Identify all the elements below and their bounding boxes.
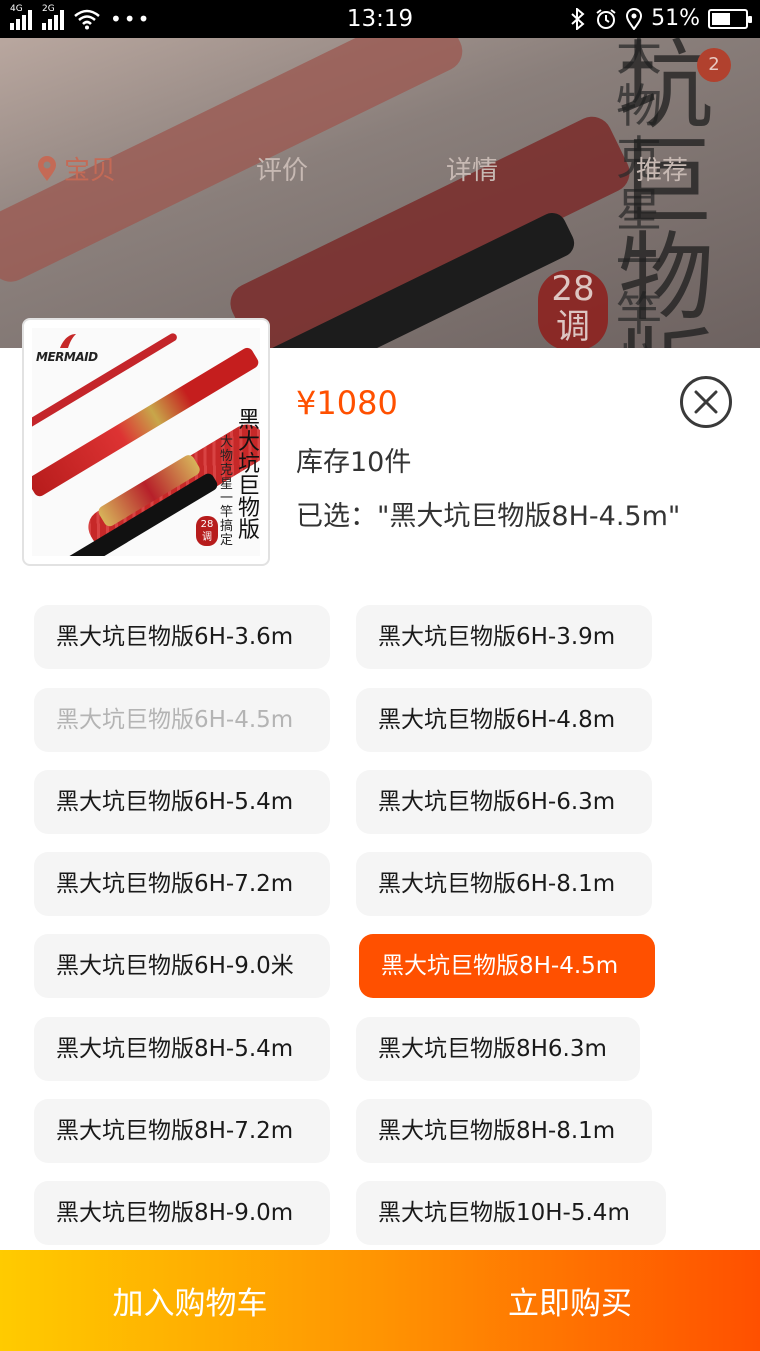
variant-option[interactable]: 黑大坑巨物版8H-5.4m: [34, 1017, 330, 1081]
selected-variant: 已选："黑大坑巨物版8H-4.5m": [296, 501, 681, 532]
variant-option[interactable]: 黑大坑巨物版6H-6.3m: [356, 770, 652, 834]
sku-selector-sheet: MERMAID 大物克星一竿搞定 黑大坑巨物版 28调 ¥1080 库存10件 …: [0, 318, 760, 1351]
close-button[interactable]: [680, 376, 732, 428]
variant-option[interactable]: 黑大坑巨物版6H-4.8m: [356, 688, 652, 752]
alarm-icon: [596, 8, 616, 29]
tab-item-label: 宝贝: [64, 156, 117, 186]
variant-option[interactable]: 黑大坑巨物版8H-9.0m: [34, 1181, 330, 1245]
variant-option[interactable]: 黑大坑巨物版8H6.3m: [356, 1017, 640, 1081]
banner-big-text: 坑巨物版: [618, 38, 714, 348]
background-product-page: 大物克星一竿搞 坑巨物版 28调 宝贝 评价 详情 推荐 2: [0, 38, 760, 348]
status-right: 51%: [569, 6, 752, 31]
close-icon: [694, 390, 718, 414]
tab-details[interactable]: 详情: [446, 150, 498, 187]
battery-percent: 51%: [651, 6, 700, 31]
variant-option[interactable]: 黑大坑巨物版6H-9.0米: [34, 934, 330, 998]
tab-reviews[interactable]: 评价: [256, 150, 308, 187]
thumbnail-title: 黑大坑巨物版: [238, 408, 260, 543]
add-to-cart-button[interactable]: 加入购物车: [0, 1250, 380, 1351]
product-image: MERMAID 大物克星一竿搞定 黑大坑巨物版 28调: [32, 328, 260, 556]
variant-option[interactable]: 黑大坑巨物版6H-3.6m: [34, 605, 330, 669]
variant-option[interactable]: 黑大坑巨物版8H-7.2m: [34, 1099, 330, 1163]
thumbnail-seal: 28调: [196, 516, 218, 546]
banner-seal: 28调: [538, 270, 608, 348]
tab-item[interactable]: 宝贝: [36, 150, 116, 187]
thumbnail-slogan: 大物克星一竿搞定: [220, 435, 234, 548]
cart-count-badge[interactable]: 2: [697, 48, 731, 82]
tab-recommend[interactable]: 推荐: [636, 150, 688, 187]
variant-option[interactable]: 黑大坑巨物版6H-3.9m: [356, 605, 652, 669]
variant-option-selected[interactable]: 黑大坑巨物版8H-4.5m: [359, 934, 655, 998]
variant-option[interactable]: 黑大坑巨物版6H-5.4m: [34, 770, 330, 834]
bluetooth-icon: [571, 7, 585, 30]
variant-option-disabled[interactable]: 黑大坑巨物版6H-4.5m: [34, 688, 330, 752]
status-bar: 4G 2G ••• 13:19 51%: [0, 0, 760, 38]
battery-icon: [708, 8, 752, 29]
action-bar: 加入购物车 立即购买: [0, 1250, 760, 1351]
location-icon: [626, 7, 643, 30]
product-tabs: 宝贝 评价 详情 推荐: [0, 150, 760, 190]
price: ¥1080: [296, 384, 398, 422]
brand-logo: MERMAID: [36, 350, 98, 364]
location-pin-icon: [38, 155, 56, 181]
stock-count: 库存10件: [296, 447, 412, 478]
mermaid-logo-icon: [60, 334, 76, 348]
variant-option[interactable]: 黑大坑巨物版6H-7.2m: [34, 852, 330, 916]
buy-now-button[interactable]: 立即购买: [380, 1250, 760, 1351]
product-thumbnail[interactable]: MERMAID 大物克星一竿搞定 黑大坑巨物版 28调: [22, 318, 270, 566]
variant-option[interactable]: 黑大坑巨物版8H-8.1m: [356, 1099, 652, 1163]
variant-option[interactable]: 黑大坑巨物版6H-8.1m: [356, 852, 652, 916]
variant-option[interactable]: 黑大坑巨物版10H-5.4m: [356, 1181, 666, 1245]
